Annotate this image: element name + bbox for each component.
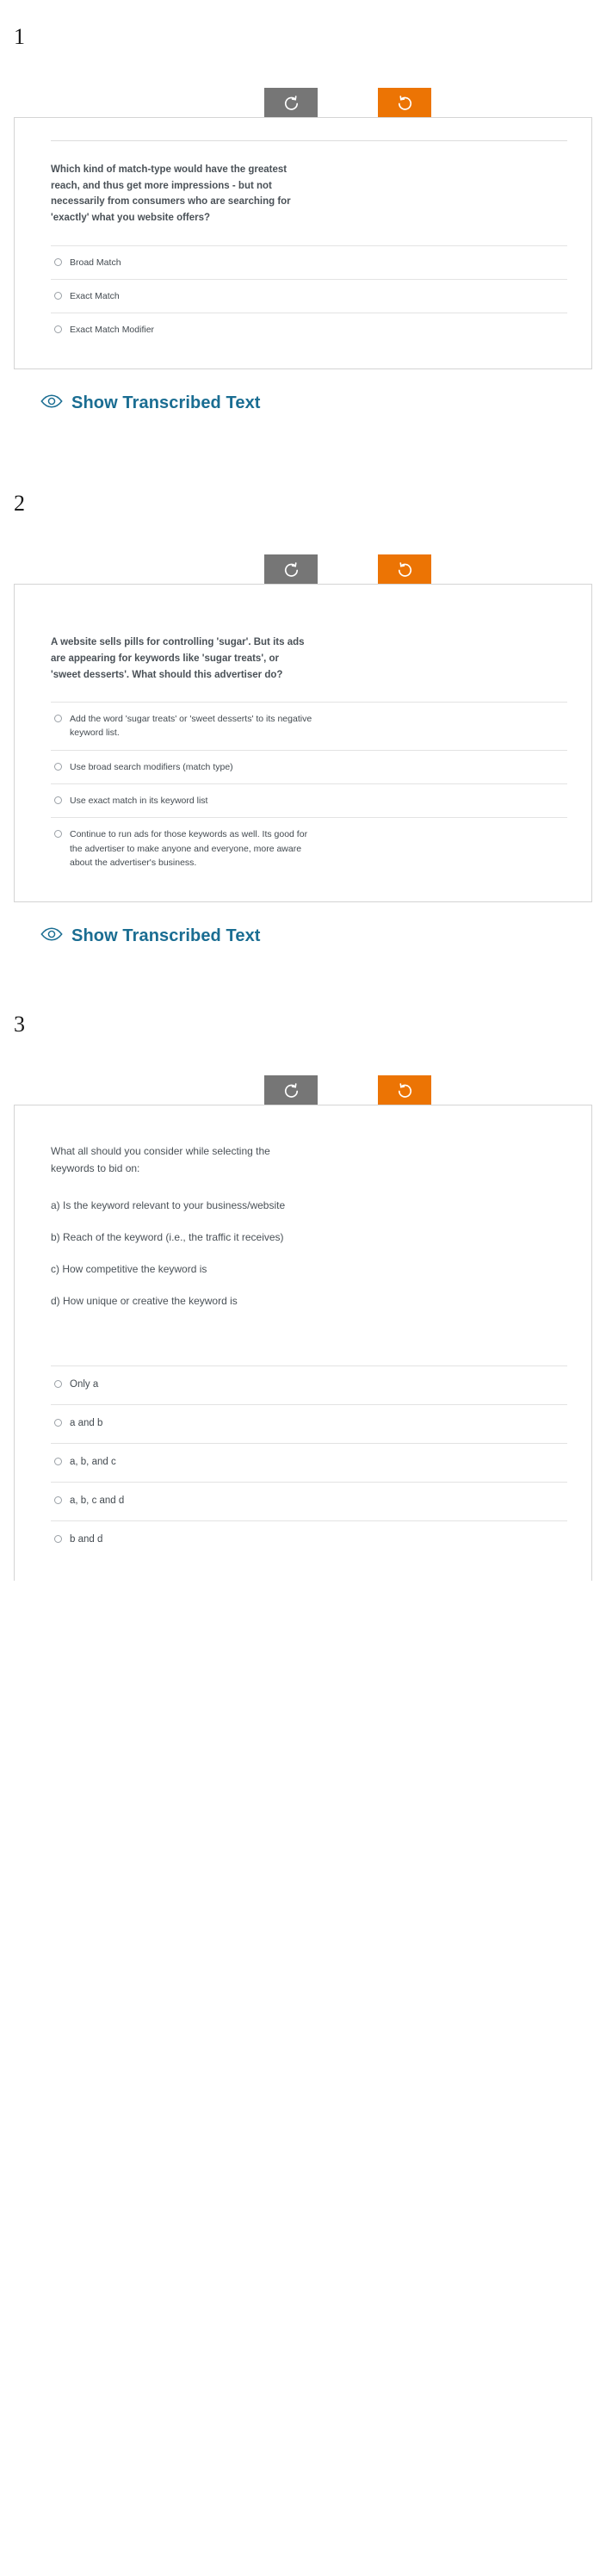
question-number-1: 1 — [14, 24, 25, 49]
rotate-counterclockwise-button[interactable] — [264, 88, 318, 117]
option-row[interactable]: a, b, and c — [51, 1443, 567, 1482]
question-sub-items-3: a) Is the keyword relevant to your busin… — [51, 1190, 567, 1366]
rotate-controls-1 — [0, 88, 606, 117]
radio-icon[interactable] — [54, 1495, 62, 1504]
option-row[interactable]: a and b — [51, 1404, 567, 1443]
show-transcribed-text-label: Show Transcribed Text — [71, 393, 261, 413]
question-card-inner-3: What all should you consider while selec… — [15, 1105, 591, 1581]
rotate-clockwise-button[interactable] — [378, 554, 431, 585]
gap-above-controls-3 — [0, 1036, 606, 1075]
rotate-counterclockwise-icon — [283, 95, 300, 111]
option-label: Use exact match in its keyword list — [70, 795, 208, 806]
question-block-3: 3 What all should you consider while sel… — [0, 1012, 606, 1582]
rotate-clockwise-icon — [397, 561, 413, 578]
question-card-3: What all should you consider while selec… — [14, 1105, 592, 1582]
question-block-2: 2 A website sells pills for controlling … — [0, 492, 606, 1013]
show-transcribed-text-link-1[interactable]: Show Transcribed Text — [0, 369, 606, 413]
radio-icon[interactable] — [54, 291, 62, 300]
question-number-2: 2 — [14, 491, 25, 517]
option-row[interactable]: Continue to run ads for those keywords a… — [51, 817, 567, 879]
option-row[interactable]: Only a — [51, 1365, 567, 1404]
sub-item: b) Reach of the keyword (i.e., the traff… — [51, 1230, 284, 1243]
rotate-counterclockwise-button[interactable] — [264, 554, 318, 585]
option-label: Add the word 'sugar treats' or 'sweet de… — [70, 714, 312, 739]
gap-above-controls-2 — [0, 515, 606, 554]
option-label: a, b, c and d — [70, 1495, 125, 1506]
option-list-2: Add the word 'sugar treats' or 'sweet de… — [51, 702, 567, 901]
gap-below-transcribe-1 — [0, 413, 606, 492]
gap-above-controls-1 — [0, 48, 606, 88]
option-label: Exact Match — [70, 290, 120, 301]
option-list-3: Only a a and b a, b, and c a, b, c and d — [51, 1365, 567, 1581]
option-row[interactable]: Use broad search modifiers (match type) — [51, 749, 567, 783]
option-label: Use broad search modifiers (match type) — [70, 761, 233, 772]
question-block-1: 1 Which kind of match-type would have th… — [0, 26, 606, 492]
rotate-clockwise-button[interactable] — [378, 88, 431, 117]
sub-item: a) Is the keyword relevant to your busin… — [51, 1198, 286, 1211]
sub-item: c) How competitive the keyword is — [51, 1263, 207, 1275]
rotate-controls-3 — [0, 1075, 606, 1105]
rotate-clockwise-button[interactable] — [378, 1075, 431, 1105]
gap-below-transcribe-2 — [0, 946, 606, 1013]
option-label: Exact Match Modifier — [70, 325, 155, 336]
radio-icon[interactable] — [54, 1534, 62, 1543]
option-label: a and b — [70, 1418, 103, 1429]
question-prompt-3: What all should you consider while selec… — [51, 1145, 270, 1174]
option-label: Continue to run ads for those keywords a… — [70, 829, 308, 868]
radio-icon[interactable] — [54, 257, 62, 266]
radio-icon[interactable] — [54, 830, 62, 839]
rotate-counterclockwise-button[interactable] — [264, 1075, 318, 1105]
option-row[interactable]: Add the word 'sugar treats' or 'sweet de… — [51, 702, 567, 750]
card-top-pad-2 — [51, 585, 567, 614]
page-root: 1 Which kind of match-type would have th… — [0, 0, 606, 1582]
eye-icon — [40, 393, 63, 413]
question-card-inner-1: Which kind of match-type would have the … — [15, 140, 591, 368]
rotate-counterclockwise-icon — [283, 561, 300, 578]
option-label: Broad Match — [70, 257, 121, 268]
rotate-counterclockwise-icon — [283, 1082, 300, 1099]
radio-icon[interactable] — [54, 1419, 62, 1427]
question-prompt-2: A website sells pills for controlling 's… — [51, 637, 305, 680]
rotate-clockwise-icon — [397, 1082, 413, 1099]
option-label: a, b, and c — [70, 1457, 116, 1467]
radio-icon[interactable] — [54, 1458, 62, 1465]
radio-icon[interactable] — [54, 796, 62, 804]
top-spacer — [0, 0, 606, 26]
radio-icon[interactable] — [54, 325, 62, 334]
option-row[interactable]: Broad Match — [51, 245, 567, 279]
option-row[interactable]: Use exact match in its keyword list — [51, 783, 567, 817]
option-list-1: Broad Match Exact Match Exact Match Modi… — [51, 245, 567, 369]
option-row[interactable]: Exact Match Modifier — [51, 313, 567, 346]
question-prompt-1: Which kind of match-type would have the … — [51, 164, 291, 223]
sub-item: d) How unique or creative the keyword is — [51, 1295, 238, 1308]
option-label: Only a — [70, 1379, 99, 1390]
radio-icon[interactable] — [54, 1380, 62, 1389]
eye-icon — [40, 926, 63, 946]
option-label: b and d — [70, 1533, 103, 1545]
question-card-1: Which kind of match-type would have the … — [14, 117, 592, 370]
question-number-3: 3 — [14, 1012, 25, 1037]
question-card-inner-2: A website sells pills for controlling 's… — [15, 585, 591, 901]
show-transcribed-text-label: Show Transcribed Text — [71, 926, 261, 946]
option-row[interactable]: Exact Match — [51, 278, 567, 313]
radio-icon[interactable] — [54, 715, 62, 723]
rotate-clockwise-icon — [397, 95, 413, 111]
rotate-controls-2 — [0, 554, 606, 585]
option-row[interactable]: b and d — [51, 1520, 567, 1559]
show-transcribed-text-link-2[interactable]: Show Transcribed Text — [0, 902, 606, 946]
option-row[interactable]: a, b, c and d — [51, 1481, 567, 1520]
radio-icon[interactable] — [54, 762, 62, 771]
question-card-2: A website sells pills for controlling 's… — [14, 584, 592, 903]
